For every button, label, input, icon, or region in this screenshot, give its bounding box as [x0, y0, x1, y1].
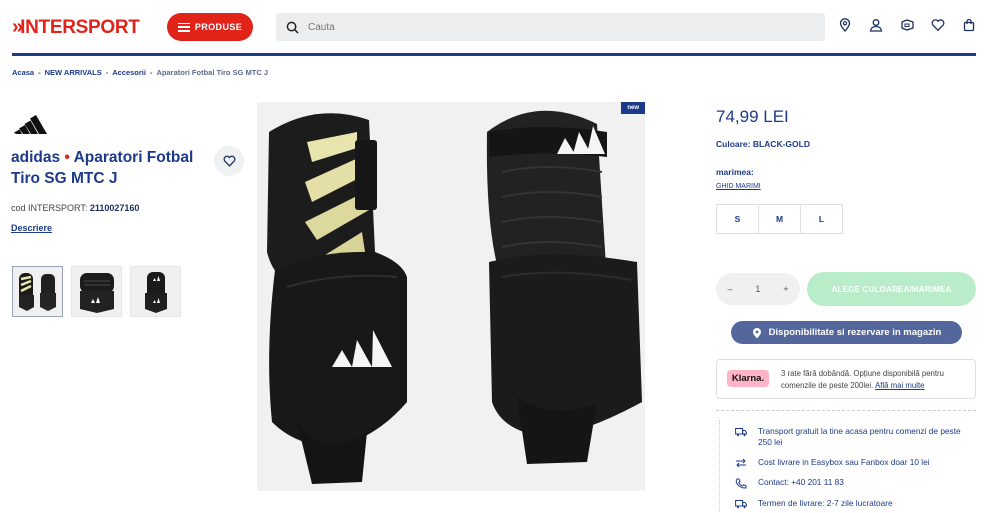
heart-icon [223, 155, 235, 167]
klarna-logo: Klarna. [727, 370, 769, 387]
shin-guards-image [267, 110, 642, 484]
quantity-stepper: – 1 + [716, 273, 800, 305]
product-brand[interactable]: adidas [11, 149, 60, 166]
info-text: Cost livrare in Easybox sau Fanbox doar … [758, 457, 930, 467]
add-to-wishlist-button[interactable] [214, 146, 244, 176]
thumbnail-1[interactable] [12, 266, 63, 317]
thumbnail-gallery [12, 266, 181, 317]
info-text: Termen de livrare: 2-7 zile lucratoare [758, 498, 893, 508]
location-pin-icon [752, 327, 761, 338]
header-icons [838, 18, 976, 32]
info-item-free-shipping: Transport gratuit la tine acasa pentru c… [735, 426, 975, 448]
breadcrumb: Acasa - NEW ARRIVALS - Accesorii - Apara… [12, 68, 268, 77]
size-option-m[interactable]: M [758, 204, 801, 234]
info-item-delivery-time: Termen de livrare: 2-7 zile lucratoare [735, 498, 975, 509]
klarna-banner: Klarna. 3 rate fără dobândă. Opțiune dis… [716, 359, 976, 399]
product-main-image[interactable]: new [257, 102, 645, 491]
intersport-logo[interactable]: » INTERSPORT [12, 16, 140, 39]
info-divider [716, 410, 976, 411]
product-code-label: cod INTERSPORT: [11, 203, 88, 213]
product-code-value: 2110027160 [89, 203, 140, 213]
description-link[interactable]: Descriere [11, 223, 52, 233]
logo-text: INTERSPORT [20, 16, 140, 38]
delivery-truck-icon [735, 500, 747, 509]
adidas-logo-icon[interactable] [14, 112, 50, 141]
product-code: cod INTERSPORT: 2110027160 [11, 203, 139, 213]
store-locator-icon[interactable] [838, 18, 852, 32]
info-item-contact: Contact: +40 201 11 83 [735, 477, 975, 489]
thumbnail-2[interactable] [71, 266, 122, 317]
size-option-l[interactable]: L [800, 204, 843, 234]
thumbnail-3[interactable] [130, 266, 181, 317]
phone-icon [735, 478, 747, 489]
products-menu-label: PRODUSE [194, 22, 243, 32]
info-text: Transport gratuit la tine acasa pentru c… [758, 426, 961, 447]
info-dotted-line [719, 420, 720, 512]
products-menu-button[interactable]: PRODUSE [167, 13, 253, 41]
account-icon[interactable] [869, 18, 883, 32]
quantity-increase-button[interactable]: + [783, 284, 788, 294]
loyalty-card-icon[interactable] [900, 18, 914, 32]
size-selector: S M L [716, 204, 843, 234]
breadcrumb-accesorii[interactable]: Accesorii [112, 68, 146, 77]
quantity-value[interactable]: 1 [755, 284, 760, 294]
color-label: Culoare: BLACK-GOLD [716, 139, 810, 149]
shipping-info-list: Transport gratuit la tine acasa pentru c… [735, 426, 975, 513]
klarna-text: 3 rate fără dobândă. Opțiune disponibilă… [781, 368, 971, 392]
add-to-cart-button[interactable]: ALEGE CULOAREA/MARIMEA [807, 272, 976, 306]
breadcrumb-separator: - [105, 68, 109, 77]
cart-icon[interactable] [962, 18, 976, 32]
breadcrumb-current: Aparatori Fotbal Tiro SG MTC J [156, 68, 269, 77]
breadcrumb-home[interactable]: Acasa [12, 68, 34, 77]
hamburger-icon [177, 22, 190, 32]
product-title: adidas • Aparatori Fotbal Tiro SG MTC J [11, 147, 201, 189]
quantity-decrease-button[interactable]: – [727, 284, 732, 294]
info-item-easybox: Cost livrare in Easybox sau Fanbox doar … [735, 457, 975, 468]
product-price: 74,99 LEI [716, 107, 789, 126]
header-divider [12, 53, 976, 56]
breadcrumb-separator: - [38, 68, 41, 77]
store-availability-button[interactable]: Disponibilitate si rezervare in magazin [731, 321, 962, 344]
size-option-s[interactable]: S [716, 204, 759, 234]
klarna-learn-more-link[interactable]: Află mai multe [875, 381, 924, 390]
size-label: marimea: [716, 167, 754, 177]
return-arrows-icon [736, 458, 746, 468]
size-guide-link[interactable]: GHID MARIMI [716, 183, 761, 190]
store-availability-label: Disponibilitate si rezervare in magazin [768, 327, 942, 338]
search-bar[interactable] [276, 13, 825, 41]
title-bullet: • [64, 149, 70, 166]
breadcrumb-new-arrivals[interactable]: NEW ARRIVALS [45, 68, 102, 77]
wishlist-icon[interactable] [931, 18, 945, 32]
search-input[interactable] [308, 21, 788, 33]
info-text: Contact: +40 201 11 83 [758, 477, 844, 487]
truck-icon [735, 428, 747, 437]
logo-chevrons-icon: » [12, 16, 23, 38]
breadcrumb-separator: - [149, 68, 153, 77]
search-icon[interactable] [286, 21, 299, 34]
new-badge: new [621, 102, 645, 114]
